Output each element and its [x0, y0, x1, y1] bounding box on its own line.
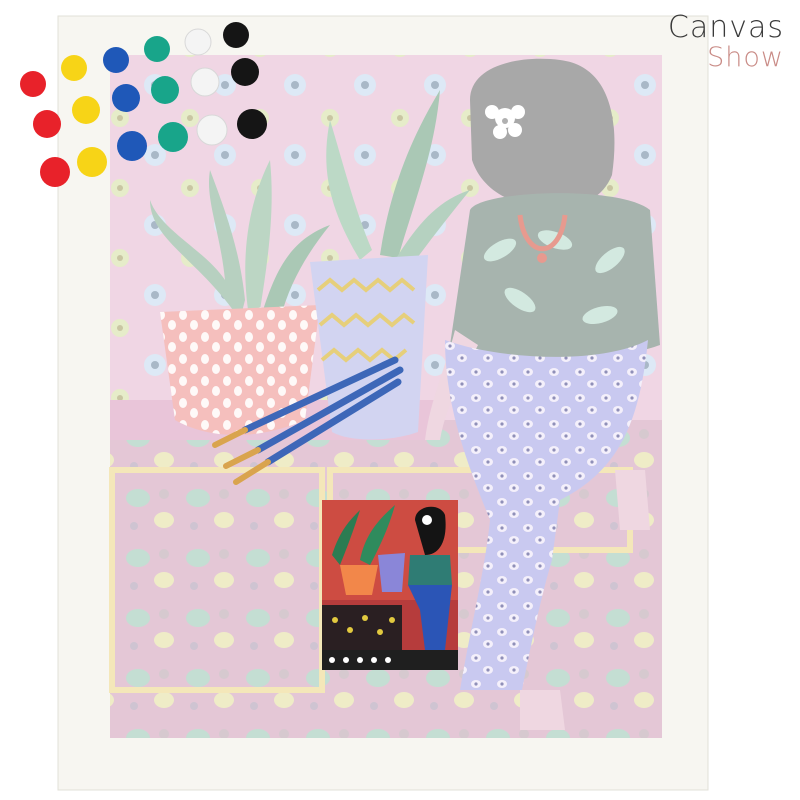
- reference-thumbnail: [322, 500, 458, 670]
- paint-pot-icon: [61, 55, 87, 81]
- paint-pot-icon: [184, 28, 212, 56]
- paint-pot-icon: [20, 71, 46, 97]
- brand-logo: Canvas Show: [668, 12, 784, 72]
- paint-pot-icon: [117, 131, 147, 161]
- paint-pot-icon: [103, 47, 129, 73]
- brand-logo-line1: Canvas: [667, 10, 784, 45]
- paint-pot-icon: [158, 122, 188, 152]
- paint-pot-icon: [151, 76, 179, 104]
- paint-pot-icon: [231, 58, 259, 86]
- paint-pot-icon: [77, 147, 107, 177]
- left-flower-pot: [160, 305, 320, 435]
- product-scene: [20, 15, 709, 791]
- paint-pot-icon: [40, 157, 70, 187]
- paint-pot-icon: [72, 96, 100, 124]
- paint-pot-icon: [196, 114, 228, 146]
- paint-pot-icon: [112, 84, 140, 112]
- paint-pot-icon: [190, 67, 220, 97]
- paint-pot-icon: [144, 36, 170, 62]
- paint-pot-icon: [33, 110, 61, 138]
- brand-logo-line2: Show: [707, 41, 784, 73]
- paint-pot-icon: [237, 109, 267, 139]
- paint-pot-icon: [223, 22, 249, 48]
